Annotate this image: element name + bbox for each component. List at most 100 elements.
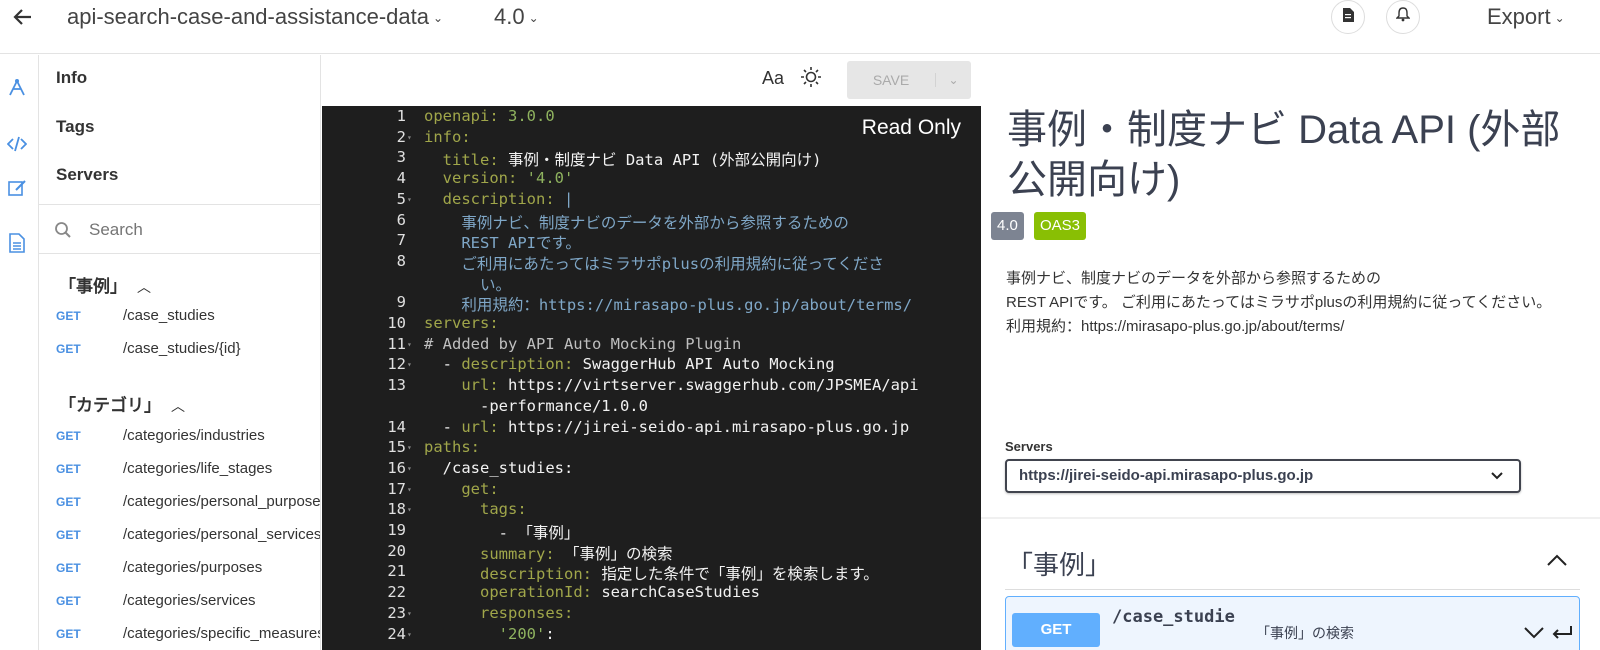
nav-endpoint[interactable]: GET/categories/purposes <box>56 559 262 579</box>
fold-toggle-icon[interactable]: ▾ <box>407 195 417 204</box>
file-button[interactable] <box>1331 0 1365 34</box>
code-token: version: <box>442 169 527 188</box>
expand-chevron-icon[interactable] <box>1523 625 1575 644</box>
chevron-up-icon: ︿ <box>171 398 185 414</box>
description-line: 利用規約：https://mirasapo-plus.go.jp/about/t… <box>1006 318 1345 335</box>
servers-label: Servers <box>1005 439 1053 454</box>
export-label: Export <box>1487 4 1551 29</box>
code-line: servers: <box>424 314 499 332</box>
line-number: 6 <box>396 210 406 229</box>
code-line: /case_studies: <box>424 459 574 477</box>
search-input[interactable] <box>89 217 309 243</box>
back-arrow-icon[interactable] <box>12 6 34 35</box>
oas-badge: OAS3 <box>1034 212 1087 240</box>
document-icon[interactable] <box>6 232 28 254</box>
fold-toggle-icon[interactable]: ▾ <box>407 133 417 142</box>
code-icon[interactable] <box>6 133 28 155</box>
notifications-button[interactable] <box>1386 0 1420 34</box>
line-number: 8 <box>396 251 406 270</box>
code-line: url: https://virtserver.swaggerhub.com/J… <box>424 376 919 395</box>
code-token: get: <box>461 479 499 498</box>
nav-search <box>39 204 320 254</box>
code-line: summary: 「事例」の検索 <box>424 542 673 564</box>
method-label: GET <box>56 342 81 356</box>
code-token: - 「事例」 <box>424 524 580 542</box>
tag-title[interactable]: 「事例」 <box>1007 545 1111 582</box>
save-button[interactable]: SAVE ⌄ <box>847 61 971 99</box>
fold-toggle-icon[interactable]: ▾ <box>407 464 417 473</box>
fold-toggle-icon[interactable]: ▾ <box>407 485 417 494</box>
api-title: 事例・制度ナビ Data API (外部公開向け) <box>1007 108 1561 202</box>
chevron-up-icon[interactable] <box>1546 553 1568 571</box>
group-title: 「カテゴリ」 <box>59 396 161 415</box>
divider <box>1005 589 1580 590</box>
nav-endpoint[interactable]: GET/categories/personal_purposes <box>56 493 320 513</box>
code-editor[interactable]: Read Only 1 openapi: 3.0.0 2 ▾ info: 3 title:… <box>322 106 981 650</box>
code-token: # Added by API Auto Mocking Plugin <box>424 334 742 353</box>
code-line: title: 事例・制度ナビ Data API (外部公開向け) <box>424 148 822 170</box>
code-token: title: <box>442 151 508 170</box>
nav-tags[interactable]: Tags <box>56 117 94 137</box>
code-line: - description: SwaggerHub API Auto Mocki… <box>424 355 835 373</box>
line-number: 2 <box>396 127 406 146</box>
sun-icon[interactable] <box>800 66 822 93</box>
version-dropdown[interactable]: 4.0 ⌄ <box>494 4 539 30</box>
endpoint-path: /categories/services <box>123 592 256 609</box>
code-token: 「事例」の検索 <box>564 544 673 563</box>
nav-endpoint[interactable]: GET/categories/specific_measures <box>56 625 320 645</box>
fold-toggle-icon[interactable]: ▾ <box>407 630 417 639</box>
divider <box>981 517 1600 519</box>
code-line: tags: <box>424 500 527 518</box>
nav-servers[interactable]: Servers <box>56 165 118 185</box>
nav-endpoint[interactable]: GET/categories/services <box>56 592 256 612</box>
code-line: '200': <box>424 625 555 643</box>
font-size-button[interactable]: Aa <box>762 68 784 89</box>
code-token: ご利用にあたってはミラサポplusの利用規約に従ってくださ <box>424 254 884 273</box>
fold-toggle-icon[interactable]: ▾ <box>407 340 417 349</box>
code-token: https://jirei-seido-api.mirasapo-plus.go… <box>508 417 910 436</box>
navigation-panel: Info Tags Servers 「事例」 ︿ GET/case_studies… <box>39 55 321 650</box>
code-token: い。 <box>424 275 511 294</box>
nav-endpoint[interactable]: GET/case_studies <box>56 307 215 327</box>
edit-icon[interactable] <box>6 177 28 199</box>
nav-endpoint[interactable]: GET/categories/life_stages <box>56 460 272 480</box>
server-select[interactable]: https://jirei-seido-api.mirasapo-plus.go… <box>1005 459 1521 493</box>
code-token: summary: <box>480 544 564 563</box>
code-token: https://virtserver.swaggerhub.com/JPSMEA… <box>508 376 919 395</box>
nav-info[interactable]: Info <box>56 68 87 88</box>
line-number: 23 <box>387 603 406 622</box>
api-design-icon[interactable] <box>6 77 28 99</box>
nav-endpoint[interactable]: GET/categories/industries <box>56 427 265 447</box>
group-case-studies[interactable]: 「事例」 ︿ <box>59 272 151 297</box>
line-number: 12 <box>387 355 406 374</box>
code-line: paths: <box>424 438 480 456</box>
fold-toggle-icon[interactable]: ▾ <box>407 443 417 452</box>
method-label: GET <box>56 429 81 443</box>
top-bar: api-search-case-and-assistance-data ⌄ 4.0… <box>0 0 1600 54</box>
fold-toggle-icon[interactable]: ▾ <box>407 360 417 369</box>
nav-endpoint[interactable]: GET/categories/personal_services <box>56 526 320 546</box>
operation-block[interactable]: GET /case_studie 「事例」の検索 <box>1005 596 1580 650</box>
code-line: REST APIです。 <box>424 231 581 253</box>
line-number: 22 <box>387 583 406 602</box>
fold-toggle-icon[interactable]: ▾ <box>407 505 417 514</box>
fold-toggle-icon[interactable]: ▾ <box>407 609 417 618</box>
line-number: 11 <box>387 334 406 353</box>
group-categories[interactable]: 「カテゴリ」 ︿ <box>59 391 185 416</box>
code-line: openapi: 3.0.0 <box>424 107 555 125</box>
docs-panel: 事例・制度ナビ Data API (外部公開向け) 4.0 OAS3 事例ナビ、… <box>981 55 1600 650</box>
chevron-down-icon[interactable]: ⌄ <box>935 73 971 87</box>
version-badge: 4.0 <box>991 212 1024 240</box>
code-token: '4.0' <box>526 169 574 188</box>
line-number: 15 <box>387 438 406 457</box>
line-number: 20 <box>387 541 406 560</box>
nav-endpoint[interactable]: GET/case_studies/{id} <box>56 340 241 360</box>
method-label: GET <box>56 462 81 476</box>
chevron-up-icon: ︿ <box>137 279 151 295</box>
icon-rail <box>0 55 39 650</box>
api-name-dropdown[interactable]: api-search-case-and-assistance-data ⌄ <box>67 4 443 30</box>
export-dropdown[interactable]: Export ⌄ <box>1487 4 1565 30</box>
endpoint-path: /categories/purposes <box>123 559 263 576</box>
